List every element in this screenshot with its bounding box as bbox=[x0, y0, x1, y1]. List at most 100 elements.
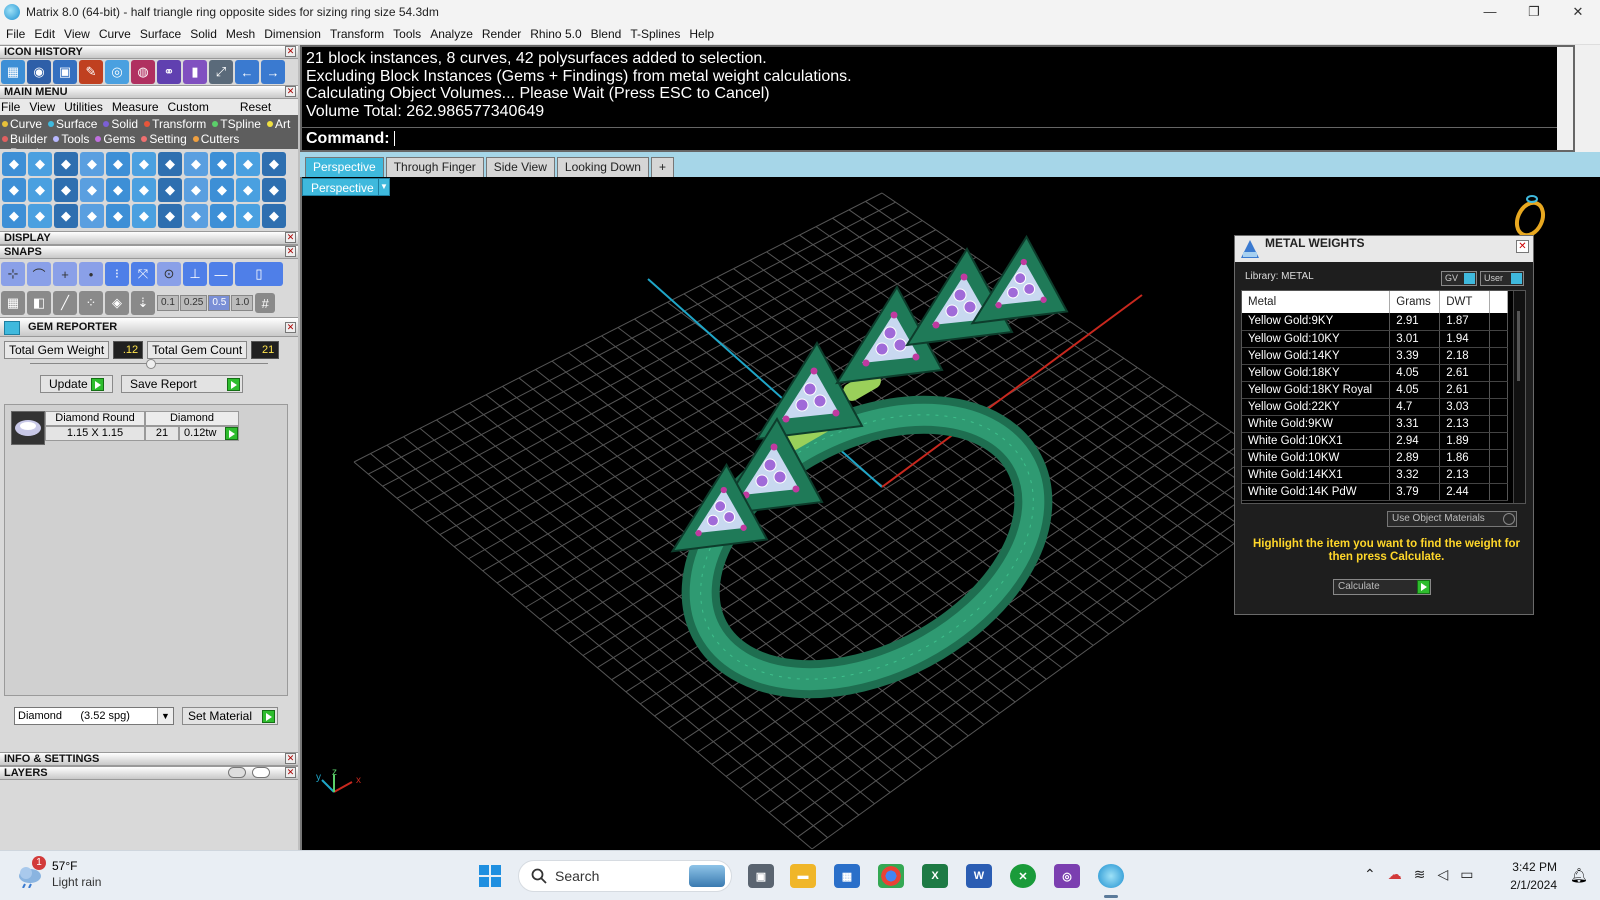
sweep-icon[interactable]: ◆ bbox=[28, 152, 52, 176]
layer-eye-icon[interactable] bbox=[252, 767, 270, 778]
boolean-icon[interactable]: ⚭ bbox=[157, 60, 181, 84]
category-tools[interactable]: Tools bbox=[53, 132, 92, 146]
category-render[interactable]: Render bbox=[2, 146, 52, 149]
category-transform[interactable]: Transform bbox=[144, 117, 209, 131]
close-icon[interactable]: ✕ bbox=[285, 753, 296, 764]
circle-icon[interactable]: ◆ bbox=[236, 204, 260, 228]
chevron-down-icon[interactable]: ▼ bbox=[157, 708, 173, 724]
cylinder-icon[interactable]: ▮ bbox=[183, 60, 207, 84]
command-scrollbar[interactable] bbox=[1557, 47, 1573, 150]
save-icon[interactable]: ▣ bbox=[53, 60, 77, 84]
table-row[interactable]: White Gold:14KX1 3.32 2.13 bbox=[1242, 466, 1508, 484]
menu-curve[interactable]: Curve bbox=[96, 27, 137, 41]
link-icon[interactable]: ◆ bbox=[158, 204, 182, 228]
menu-surface[interactable]: Surface bbox=[137, 27, 187, 41]
tab-perspective[interactable]: Perspective bbox=[305, 157, 384, 177]
menu-solid[interactable]: Solid bbox=[187, 27, 223, 41]
table-row[interactable]: Yellow Gold:22KY 4.7 3.03 bbox=[1242, 398, 1508, 416]
snap-value-0-1[interactable]: 0.1 bbox=[157, 295, 179, 311]
mirror-icon[interactable]: ◆ bbox=[184, 204, 208, 228]
rail-icon[interactable]: ◆ bbox=[54, 152, 78, 176]
pipe-icon[interactable]: ◆ bbox=[106, 152, 130, 176]
add-tab-button[interactable]: + bbox=[650, 157, 674, 177]
tab-through-finger[interactable]: Through Finger bbox=[385, 157, 484, 177]
clock[interactable]: 3:42 PM 2/1/2024 bbox=[1485, 858, 1557, 894]
mm-view[interactable]: View bbox=[29, 100, 55, 114]
category-curve[interactable]: Curve bbox=[2, 117, 45, 131]
table-row[interactable]: White Gold:10KW 2.89 1.86 bbox=[1242, 449, 1508, 467]
xbox-icon[interactable]: ✕ bbox=[1010, 864, 1036, 888]
camera-icon[interactable]: ◆ bbox=[210, 152, 234, 176]
file-explorer-icon[interactable]: ▬ bbox=[790, 864, 816, 888]
surface-icon[interactable]: ◆ bbox=[2, 178, 26, 202]
mm-file[interactable]: File bbox=[1, 100, 20, 114]
new-icon[interactable]: ▦ bbox=[1, 60, 25, 84]
pencil-icon[interactable]: ✎ bbox=[79, 60, 103, 84]
gv-toggle[interactable]: GV bbox=[1441, 271, 1477, 286]
category-surface[interactable]: Surface bbox=[48, 117, 100, 131]
grid-icon[interactable]: ▦ bbox=[1, 291, 25, 315]
volume-icon[interactable]: ◁ bbox=[1437, 866, 1448, 883]
move-icon[interactable]: ◆ bbox=[80, 204, 104, 228]
column-header-grams[interactable]: Grams bbox=[1389, 291, 1441, 313]
task-view-icon[interactable]: ▣ bbox=[748, 864, 774, 888]
curve-icon[interactable]: ⤢ bbox=[209, 60, 233, 84]
plane-icon[interactable]: ◆ bbox=[54, 178, 78, 202]
grid-snap-icon[interactable]: ⊹ bbox=[1, 262, 25, 286]
category-solid[interactable]: Solid bbox=[103, 117, 141, 131]
word-icon[interactable]: W bbox=[966, 864, 992, 888]
calculate-button[interactable]: Calculate bbox=[1333, 579, 1431, 595]
menu-rhino[interactable]: Rhino 5.0 bbox=[527, 27, 587, 41]
tool-icon[interactable]: ◆ bbox=[262, 204, 286, 228]
ring-view-icon[interactable] bbox=[1512, 195, 1548, 239]
sizer-icon[interactable]: ◆ bbox=[210, 204, 234, 228]
column-header-metal[interactable]: Metal bbox=[1242, 291, 1391, 313]
menu-tsplines[interactable]: T-Splines bbox=[627, 27, 686, 41]
minimize-button[interactable]: — bbox=[1468, 0, 1512, 23]
gem-splitter[interactable] bbox=[30, 359, 268, 371]
table-row[interactable]: Yellow Gold:9KY 2.91 1.87 bbox=[1242, 313, 1508, 331]
table-row[interactable]: Yellow Gold:18KY 4.05 2.61 bbox=[1242, 364, 1508, 382]
menu-view[interactable]: View bbox=[61, 27, 96, 41]
ortho-icon[interactable]: ◧ bbox=[27, 291, 51, 315]
planar-snap-icon[interactable]: ▯ bbox=[235, 262, 283, 286]
battery-icon[interactable]: ▭ bbox=[1460, 866, 1473, 883]
mm-reset[interactable]: Reset bbox=[240, 100, 271, 114]
sun-icon[interactable]: ◆ bbox=[184, 178, 208, 202]
line-icon[interactable]: ╱ bbox=[53, 291, 77, 315]
chevron-down-icon[interactable]: ▼ bbox=[378, 178, 390, 196]
close-icon[interactable]: ✕ bbox=[1516, 240, 1529, 253]
table-row[interactable]: White Gold:9KW 3.31 2.13 bbox=[1242, 415, 1508, 433]
category-setting[interactable]: Setting bbox=[141, 132, 189, 146]
eye-icon[interactable]: ◈ bbox=[105, 291, 129, 315]
menu-mesh[interactable]: Mesh bbox=[223, 27, 261, 41]
snap-value-0-25[interactable]: 0.25 bbox=[179, 295, 208, 311]
gem-icon[interactable]: ◆ bbox=[28, 178, 52, 202]
menu-dimension[interactable]: Dimension bbox=[261, 27, 327, 41]
gear-icon[interactable]: ◆ bbox=[132, 152, 156, 176]
close-icon[interactable]: ✕ bbox=[285, 322, 296, 333]
mm-custom[interactable]: Custom bbox=[168, 100, 209, 114]
use-object-materials-checkbox[interactable]: Use Object Materials bbox=[1387, 511, 1517, 527]
close-icon[interactable]: ✕ bbox=[285, 86, 296, 97]
category-cutters[interactable]: Cutters bbox=[192, 132, 243, 146]
snap-value-0-5[interactable]: 0.5 bbox=[208, 295, 231, 311]
close-icon[interactable]: ✕ bbox=[285, 767, 296, 778]
cursor-icon[interactable]: ⇣ bbox=[131, 291, 155, 315]
tab-looking-down[interactable]: Looking Down bbox=[556, 157, 649, 177]
category-tspline[interactable]: TSpline bbox=[212, 117, 264, 131]
cut-icon[interactable]: ◆ bbox=[80, 178, 104, 202]
loft-icon[interactable]: ◆ bbox=[2, 152, 26, 176]
maximize-button[interactable]: ❐ bbox=[1512, 0, 1556, 23]
menu-edit[interactable]: Edit bbox=[31, 27, 61, 41]
close-icon[interactable]: ✕ bbox=[285, 246, 296, 257]
intersect-snap-icon[interactable]: + bbox=[53, 262, 77, 286]
globe-icon[interactable]: ◆ bbox=[184, 152, 208, 176]
table-row[interactable]: Yellow Gold:18KY Royal 4.05 2.61 bbox=[1242, 381, 1508, 399]
flower-icon[interactable]: ◆ bbox=[236, 152, 260, 176]
dotgrid-icon[interactable]: ⁘ bbox=[79, 291, 103, 315]
scale-icon[interactable]: ◆ bbox=[106, 204, 130, 228]
page-icon[interactable]: ◆ bbox=[106, 178, 130, 202]
menu-analyze[interactable]: Analyze bbox=[427, 27, 479, 41]
ring-icon[interactable]: ◍ bbox=[131, 60, 155, 84]
